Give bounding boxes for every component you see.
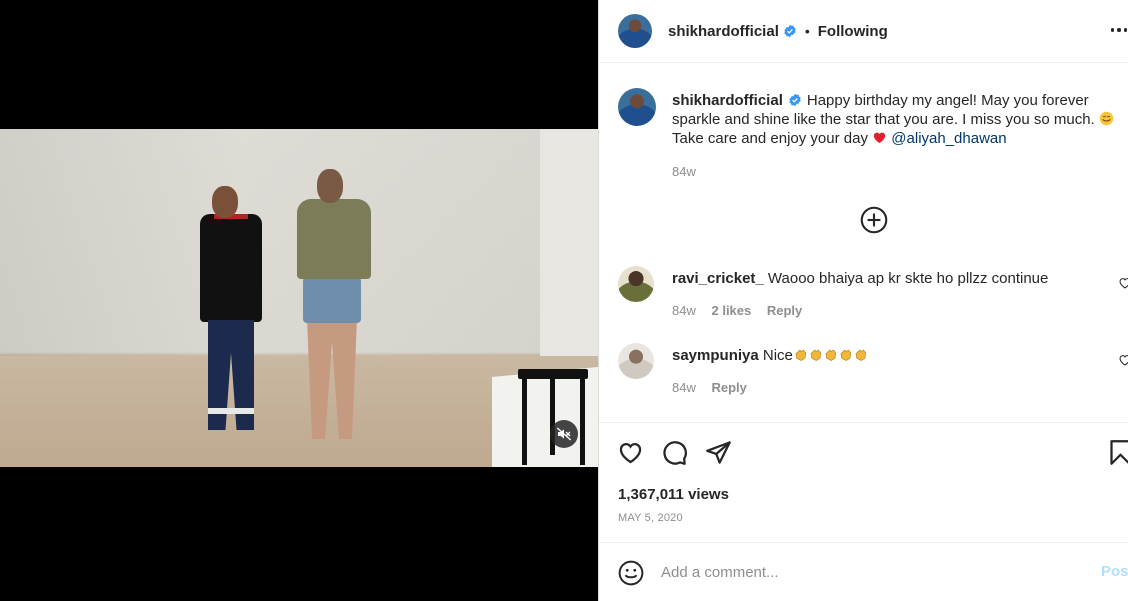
bar-stool [498,369,588,467]
mute-icon [556,427,572,441]
verified-badge-icon [784,24,796,38]
comment-body: Waooo bhaiya ap kr skte ho pllzz continu… [767,270,1049,287]
comment-text: ravi_cricket_ Waooo bhaiya ap kr skte ho… [672,269,1048,288]
more-options-icon[interactable] [1105,20,1128,40]
caption-body-2: Take care and enjoy your day [672,130,868,147]
post-panel: shikhardofficial • Following shikhardoff… [598,0,1128,601]
comment-meta: 84w Reply [672,380,759,395]
caption-time[interactable]: 84w [672,164,696,179]
author-username[interactable]: shikhardofficial [668,23,779,40]
clapping-hands-icon [795,349,806,361]
video-frame[interactable] [0,129,598,467]
mute-button[interactable] [550,420,578,448]
author-avatar[interactable] [618,14,652,48]
woman-figure [297,169,371,439]
comment-body: Nice [762,347,793,364]
comment-username[interactable]: saympuniya [672,347,759,364]
post-actions: 1,367,011 views MAY 5, 2020 [599,422,1128,542]
caption-text: shikhardofficial Happy birthday my angel!… [672,91,1128,148]
share-icon[interactable] [705,439,732,466]
reply-button[interactable]: Reply [767,303,802,318]
comment-username[interactable]: ravi_cricket_ [672,270,764,287]
man-figure [200,186,262,436]
caption-username[interactable]: shikhardofficial [672,92,783,109]
clapping-hands-icon [840,349,851,361]
clapping-hands-icon [810,349,821,361]
reply-button[interactable]: Reply [711,380,746,395]
commenter-avatar[interactable] [618,343,654,379]
kitchen-wall [540,129,598,356]
comment-composer: Post [599,542,1128,601]
save-icon[interactable] [1107,439,1128,466]
smiling-face-icon [1099,111,1114,126]
clapping-hands-icon [825,349,836,361]
comment-time[interactable]: 84w [672,303,696,318]
verified-badge-icon [789,93,801,107]
post-header: shikhardofficial • Following [599,0,1128,63]
comment-input[interactable] [661,561,1081,583]
comment-meta: 84w 2 likes Reply [672,303,814,318]
heart-icon[interactable] [1118,353,1128,367]
emoji-icon[interactable] [618,560,644,586]
separator-dot: • [804,23,810,39]
post-button[interactable]: Post [1101,563,1128,580]
load-more-comments-icon[interactable] [860,206,888,234]
commenter-avatar[interactable] [618,266,654,302]
comment-likes[interactable]: 2 likes [711,303,751,318]
following-button[interactable]: Following [818,23,888,40]
comment-time[interactable]: 84w [672,380,696,395]
heart-icon[interactable] [617,439,644,466]
heart-icon[interactable] [1118,276,1128,290]
caption-avatar[interactable] [618,88,656,126]
caption-mention[interactable]: @aliyah_dhawan [891,130,1006,147]
clapping-hands-icon [855,349,866,361]
view-count[interactable]: 1,367,011 views [618,486,729,503]
comment-text: saympuniya Nice [672,346,868,365]
post-date[interactable]: MAY 5, 2020 [618,512,683,524]
comments-scroll-area[interactable]: shikhardofficial Happy birthday my angel!… [599,64,1128,422]
comment-icon[interactable] [661,439,688,466]
media-viewer[interactable] [0,0,598,601]
red-heart-icon [874,132,886,144]
